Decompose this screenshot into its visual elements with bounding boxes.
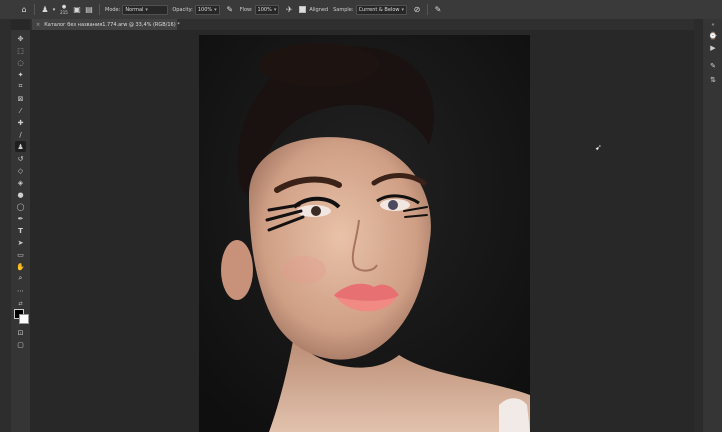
clone-stamp-tool-icon[interactable]: ♟: [15, 141, 26, 152]
aligned-label: Aligned: [309, 6, 329, 13]
opacity-label: Opacity:: [172, 6, 193, 13]
pressure-size-icon[interactable]: ✎: [432, 4, 444, 16]
more-tools-icon[interactable]: ⋯: [15, 285, 26, 296]
clone-source-panel-icon[interactable]: ⇅: [707, 75, 719, 85]
home-icon[interactable]: ⌂: [18, 4, 30, 16]
divider: [426, 4, 428, 15]
document-title: Каталог без названия1.774.arw @ 33,4% (R…: [44, 21, 180, 28]
dodge-tool-icon[interactable]: ◯: [15, 201, 26, 212]
blur-tool-icon[interactable]: ●: [15, 189, 26, 200]
flow-input[interactable]: 100%: [254, 4, 280, 15]
panel-gap: [694, 19, 702, 432]
quick-mask-icon[interactable]: ⊡: [15, 327, 26, 338]
chevrons-icon[interactable]: «: [707, 20, 719, 30]
clone-source-icon[interactable]: ▤: [83, 4, 95, 16]
swap-colors-icon[interactable]: ⇄: [15, 298, 26, 309]
sample-dropdown[interactable]: Current & Below: [355, 4, 407, 15]
hand-tool-icon[interactable]: ✋: [15, 261, 26, 272]
healing-brush-tool-icon[interactable]: ✚: [15, 117, 26, 128]
aligned-checkbox[interactable]: [299, 6, 307, 13]
paint-bucket-tool-icon[interactable]: ◈: [15, 177, 26, 188]
flow-label: Flow:: [239, 6, 253, 13]
pressure-opacity-icon[interactable]: ✎: [224, 4, 236, 16]
marquee-tool-icon[interactable]: ⬚: [15, 45, 26, 56]
close-icon[interactable]: ×: [36, 22, 40, 28]
zoom-tool-icon[interactable]: ⌕: [15, 273, 26, 284]
mouse-cursor-icon: ➹: [595, 143, 602, 152]
tools-panel: ✥ ⬚ ◌ ✦ ⌗ ⊠ ⁄ ✚ ∕ ♟ ↺ ◇ ◈ ● ◯ ✒ T ➤ ▭ ✋ …: [11, 30, 31, 432]
divider: [34, 4, 35, 15]
document-tab[interactable]: × Каталог без названия1.774.arw @ 33,4% …: [32, 19, 180, 30]
eyedropper-tool-icon[interactable]: ⁄: [15, 105, 26, 116]
lasso-tool-icon[interactable]: ◌: [15, 57, 26, 68]
left-panel-strip: [0, 19, 11, 432]
ignore-adjustment-icon[interactable]: ⊘: [411, 4, 423, 16]
brush-panel-icon[interactable]: ✎: [707, 61, 719, 71]
background-color-swatch[interactable]: [19, 314, 29, 324]
type-tool-icon[interactable]: T: [15, 225, 26, 236]
document-tab-bar: × Каталог без названия1.774.arw @ 33,4% …: [30, 19, 694, 30]
mode-label: Mode:: [105, 6, 121, 13]
screen-mode-icon[interactable]: ▢: [15, 339, 26, 350]
rectangle-tool-icon[interactable]: ▭: [15, 249, 26, 260]
portrait-illustration: [199, 35, 530, 432]
divider: [99, 4, 100, 15]
actions-panel-icon[interactable]: ▶: [707, 43, 719, 53]
history-brush-tool-icon[interactable]: ↺: [15, 153, 26, 164]
history-panel-icon[interactable]: ⌚: [707, 31, 719, 41]
brush-size-value: 215: [60, 9, 68, 15]
crop-tool-icon[interactable]: ⌗: [15, 81, 26, 92]
document-image[interactable]: [199, 35, 530, 432]
move-tool-icon[interactable]: ✥: [15, 33, 26, 44]
frame-tool-icon[interactable]: ⊠: [15, 93, 26, 104]
brush-settings-icon[interactable]: ▣: [71, 4, 83, 16]
airbrush-icon[interactable]: ✈: [283, 4, 295, 16]
eraser-tool-icon[interactable]: ◇: [15, 165, 26, 176]
mode-dropdown[interactable]: Normal: [122, 4, 169, 15]
sample-label: Sample:: [333, 6, 354, 13]
brush-tool-icon[interactable]: ∕: [15, 129, 26, 140]
clone-stamp-icon[interactable]: ♟: [39, 4, 51, 16]
options-bar: ⌂ ♟ ▾ ●215 ▣ ▤ Mode: Normal Opacity: 100…: [0, 0, 722, 20]
path-select-tool-icon[interactable]: ➤: [15, 237, 26, 248]
opacity-input[interactable]: 100%: [194, 4, 220, 15]
quick-select-tool-icon[interactable]: ✦: [15, 69, 26, 80]
right-panel-dock: « ⌚ ▶ ✎ ⇅: [702, 19, 722, 432]
brush-preset-icon[interactable]: ● 215: [57, 4, 71, 16]
pen-tool-icon[interactable]: ✒: [15, 213, 26, 224]
